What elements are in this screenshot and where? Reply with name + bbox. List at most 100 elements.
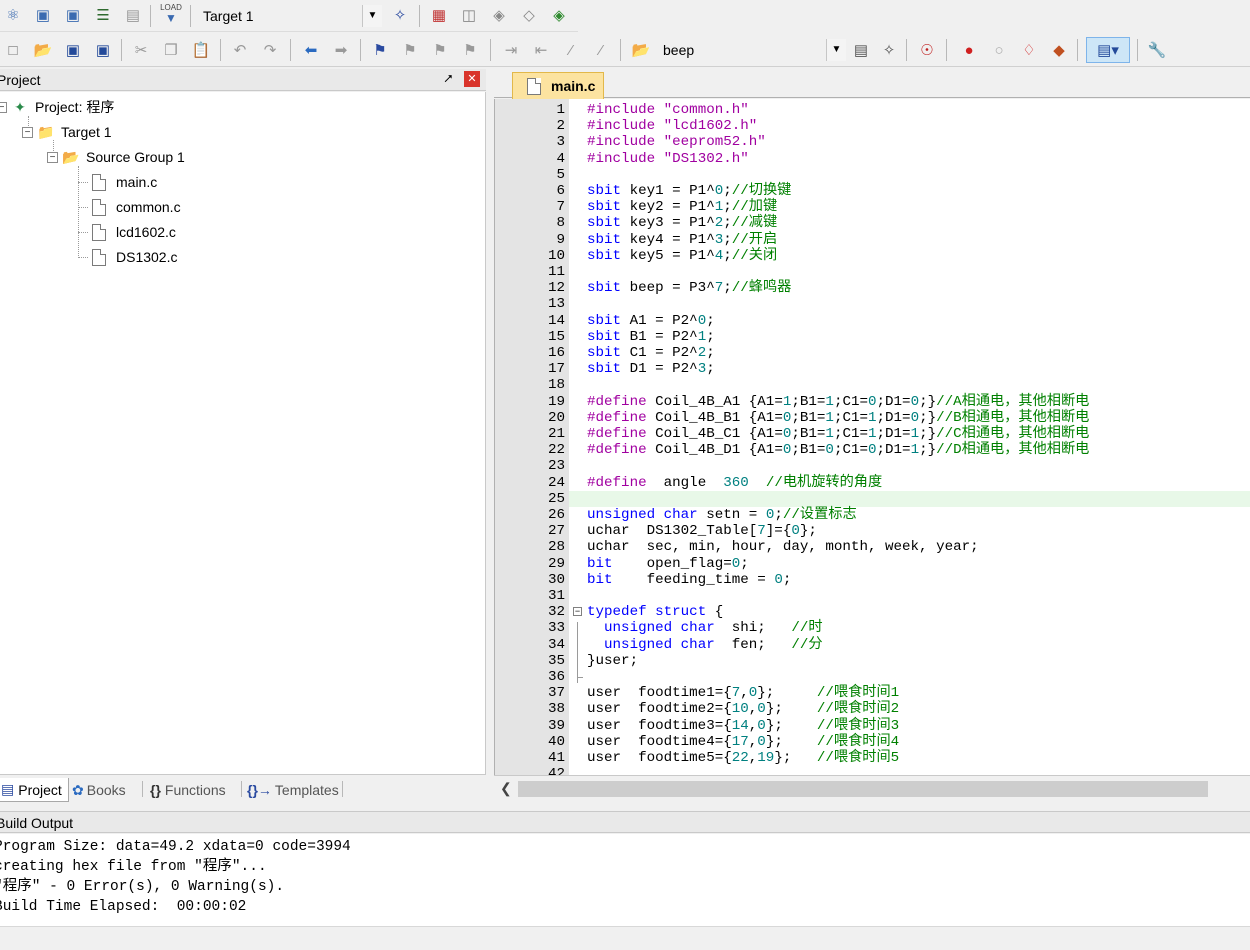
collapse-icon[interactable]: − [22,126,33,138]
code-line[interactable]: sbit key2 = P1^1;//加键 [587,199,777,215]
target-options-icon[interactable]: ✧ [389,4,411,26]
save-icon[interactable]: ▣ [62,39,84,61]
code-line[interactable]: #include "eeprom52.h" [587,134,766,150]
clear-bookmarks-icon[interactable]: ⚑ [459,39,481,61]
undo-icon[interactable]: ↶ [229,39,251,61]
indent-icon[interactable]: ⇥ [500,39,522,61]
paste-icon[interactable]: 📋 [190,39,212,61]
configure-icon[interactable]: 🔧 [1146,39,1168,61]
rebuild-icon[interactable]: ▣ [62,4,84,26]
code-line[interactable]: user foodtime5={22,19}; //喂食时间5 [587,750,899,766]
cut-icon[interactable]: ✂ [130,39,152,61]
code-line[interactable]: #define Coil_4B_A1 {A1=1;B1=1;C1=0;D1=0;… [587,394,1089,410]
disable-breakpoints-icon[interactable]: ♢ [1018,39,1040,61]
code-line[interactable]: }user; [587,653,638,669]
pin-icon[interactable]: ⭧ [444,71,452,87]
build-output-panel[interactable]: Program Size: data=49.2 xdata=0 code=399… [0,834,1250,926]
code-line[interactable]: sbit A1 = P2^0; [587,313,715,329]
manage-project-icon[interactable]: ▦ [428,4,450,26]
build-icon[interactable]: ▣ [32,4,54,26]
code-line[interactable]: #define angle 360 //电机旋转的角度 [587,475,882,491]
tree-item-file[interactable]: lcd1602.c [92,221,176,243]
select-packs-icon[interactable]: ◇ [518,4,540,26]
code-line[interactable]: sbit C1 = P2^2; [587,345,715,361]
collapse-icon[interactable]: − [47,151,58,163]
redo-icon[interactable]: ↷ [259,39,281,61]
code-line[interactable]: user foodtime3={14,0}; //喂食时间3 [587,718,899,734]
collapse-icon[interactable]: − [0,101,7,113]
code-line[interactable]: unsigned char setn = 0;//设置标志 [587,507,857,523]
tab-templates[interactable]: {}→ Templates [247,778,339,802]
tab-main-c[interactable]: main.c [512,72,604,99]
save-all-icon[interactable]: ▣ [92,39,114,61]
open-folder-icon[interactable]: 📂 [32,39,54,61]
tab-books[interactable]: ✿ Books [72,778,126,802]
chevron-down-icon[interactable]: ▼ [826,39,846,61]
window-layout-icon[interactable]: ▤▾ [1086,37,1130,63]
manage-packs-icon[interactable]: ◈ [488,4,510,26]
chevron-down-icon[interactable]: ▼ [362,5,382,27]
prev-bookmark-icon[interactable]: ⚑ [399,39,421,61]
code-line[interactable]: sbit B1 = P2^1; [587,329,715,345]
code-line[interactable]: user foodtime2={10,0}; //喂食时间2 [587,701,899,717]
find-icon[interactable]: ▤ [850,39,872,61]
find-in-files-icon[interactable]: 📂 [630,39,652,61]
code-line[interactable]: #define Coil_4B_C1 {A1=0;B1=1;C1=1;D1=1;… [587,426,1089,442]
code-line[interactable]: unsigned char fen; //分 [587,637,823,653]
copy-icon[interactable]: ❐ [160,39,182,61]
tree-item-source-group[interactable]: − 📂 Source Group 1 [47,146,185,168]
unindent-icon[interactable]: ⇤ [530,39,552,61]
batch-build-icon[interactable]: ☰ [92,4,114,26]
code-line[interactable]: uchar sec, min, hour, day, month, week, … [587,539,979,555]
comment-icon[interactable]: ⁄ [560,39,582,61]
close-icon[interactable]: ✕ [464,71,480,87]
find-input[interactable]: beep ▼ [656,38,846,62]
pack-installer-icon[interactable]: ◈ [548,4,570,26]
kill-breakpoints-icon[interactable]: ◆ [1048,39,1070,61]
tree-item-file[interactable]: common.c [92,196,181,218]
code-line[interactable]: sbit beep = P3^7;//蜂鸣器 [587,280,791,296]
next-bookmark-icon[interactable]: ⚑ [429,39,451,61]
code-line[interactable]: sbit key1 = P1^0;//切换键 [587,183,791,199]
target-select[interactable]: Target 1 ▼ [196,4,382,28]
insert-breakpoint-icon[interactable]: ● [958,39,980,61]
tree-item-file[interactable]: main.c [92,171,157,193]
code-line[interactable]: typedef struct { [587,604,723,620]
uncomment-icon[interactable]: ⁄ [590,39,612,61]
file-extensions-icon[interactable]: ◫ [458,4,480,26]
code-line[interactable]: bit feeding_time = 0; [587,572,791,588]
scroll-left-icon[interactable]: ❮ [500,780,512,797]
translate-icon[interactable]: ⚛ [2,4,24,26]
code-line[interactable]: #define Coil_4B_D1 {A1=0;B1=0;C1=0;D1=1;… [587,442,1089,458]
debug-session-icon[interactable]: ☉ [916,39,938,61]
horizontal-scrollbar[interactable]: ❮ [494,775,1250,801]
tree-item-target[interactable]: − 📁 Target 1 [22,121,112,143]
new-file-icon[interactable]: □ [2,39,24,61]
code-line[interactable]: sbit key3 = P1^2;//减键 [587,215,777,231]
code-line[interactable]: user foodtime4={17,0}; //喂食时间4 [587,734,899,750]
navigate-back-icon[interactable]: ⬅ [300,39,322,61]
code-line[interactable]: bit open_flag=0; [587,556,749,572]
code-line[interactable]: sbit key5 = P1^4;//关闭 [587,248,777,264]
code-line[interactable]: sbit D1 = P2^3; [587,361,715,377]
stop-build-icon[interactable]: ▤ [122,4,144,26]
tab-functions[interactable]: {} Functions [150,778,226,802]
code-line[interactable]: unsigned char shi; //时 [587,620,823,636]
code-line[interactable]: #define Coil_4B_B1 {A1=0;B1=1;C1=1;D1=0;… [587,410,1089,426]
tree-item-file[interactable]: DS1302.c [92,246,177,268]
code-line[interactable]: uchar DS1302_Table[7]={0}; [587,523,817,539]
scrollbar-thumb[interactable] [518,781,1208,797]
code-line[interactable]: #include "common.h" [587,102,749,118]
code-line[interactable]: #include "lcd1602.h" [587,118,757,134]
code-line[interactable]: user foodtime1={7,0}; //喂食时间1 [587,685,899,701]
navigate-forward-icon[interactable]: ➡ [330,39,352,61]
insert-bookmark-icon[interactable]: ⚑ [369,39,391,61]
code-line[interactable]: #include "DS1302.h" [587,151,749,167]
enable-breakpoint-icon[interactable]: ○ [988,39,1010,61]
tab-project[interactable]: ▤ Project [0,778,69,802]
incremental-find-icon[interactable]: ✧ [878,39,900,61]
tree-item-project[interactable]: − ✦ Project: 程序 [0,96,114,118]
download-icon[interactable]: LOAD ▼ [160,3,182,25]
code-editor[interactable]: 1 #include "common.h" 2 #include "lcd1602.h… [494,99,1250,775]
fold-collapse-icon[interactable]: − [573,607,582,617]
